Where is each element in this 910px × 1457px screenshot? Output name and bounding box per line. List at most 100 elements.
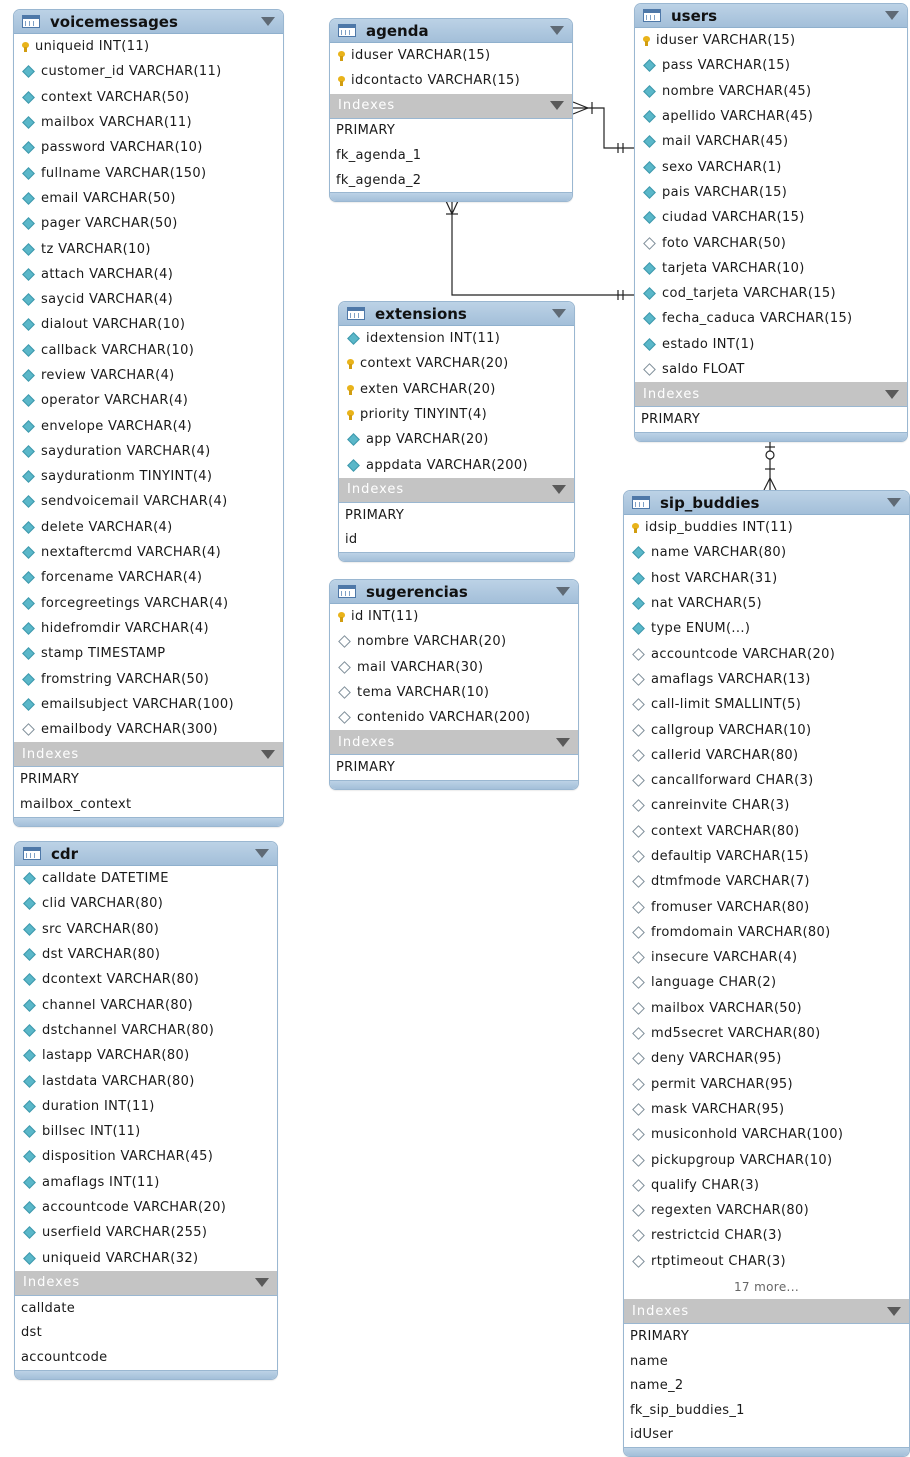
table-voicemessages[interactable]: voicemessages uniqueid INT(11) customer_id… xyxy=(13,9,284,827)
column-row[interactable]: qualify CHAR(3) xyxy=(624,1173,909,1198)
index-row[interactable]: PRIMARY xyxy=(14,767,283,792)
table-header[interactable]: sip_buddies xyxy=(624,491,909,515)
column-row[interactable]: contenido VARCHAR(200) xyxy=(330,705,578,730)
column-row[interactable]: fullname VARCHAR(150) xyxy=(14,160,283,185)
column-row[interactable]: musiconhold VARCHAR(100) xyxy=(624,1122,909,1147)
column-row[interactable]: mail VARCHAR(45) xyxy=(635,129,907,154)
column-row[interactable]: iduser VARCHAR(15) xyxy=(330,43,572,68)
collapse-triangle-icon[interactable] xyxy=(552,309,566,318)
column-row[interactable]: ciudad VARCHAR(15) xyxy=(635,205,907,230)
index-row[interactable]: name_2 xyxy=(624,1373,909,1398)
column-row[interactable]: dst VARCHAR(80) xyxy=(15,942,277,967)
column-row[interactable]: call-limit SMALLINT(5) xyxy=(624,692,909,717)
column-row[interactable]: saldo FLOAT xyxy=(635,357,907,382)
column-row[interactable]: operator VARCHAR(4) xyxy=(14,388,283,413)
column-row[interactable]: context VARCHAR(80) xyxy=(624,819,909,844)
column-row[interactable]: stamp TIMESTAMP xyxy=(14,641,283,666)
column-row[interactable]: sexo VARCHAR(1) xyxy=(635,154,907,179)
table-header[interactable]: cdr xyxy=(15,842,277,866)
column-row[interactable]: app VARCHAR(20) xyxy=(339,427,574,452)
column-row[interactable]: fecha_caduca VARCHAR(15) xyxy=(635,306,907,331)
column-row[interactable]: cod_tarjeta VARCHAR(15) xyxy=(635,281,907,306)
column-row[interactable]: customer_id VARCHAR(11) xyxy=(14,59,283,84)
column-row[interactable]: nombre VARCHAR(20) xyxy=(330,629,578,654)
collapse-triangle-icon[interactable] xyxy=(887,1306,901,1316)
column-row[interactable]: context VARCHAR(50) xyxy=(14,85,283,110)
column-row[interactable]: password VARCHAR(10) xyxy=(14,135,283,160)
collapse-triangle-icon[interactable] xyxy=(261,749,275,759)
column-row[interactable]: name VARCHAR(80) xyxy=(624,540,909,565)
column-row[interactable]: estado INT(1) xyxy=(635,332,907,357)
index-row[interactable]: name xyxy=(624,1349,909,1374)
table-header[interactable]: agenda xyxy=(330,19,572,43)
column-row[interactable]: lastdata VARCHAR(80) xyxy=(15,1068,277,1093)
column-row[interactable]: accountcode VARCHAR(20) xyxy=(15,1195,277,1220)
column-row[interactable]: dstchannel VARCHAR(80) xyxy=(15,1018,277,1043)
column-row[interactable]: amaflags VARCHAR(13) xyxy=(624,667,909,692)
column-row[interactable]: sayduration VARCHAR(4) xyxy=(14,439,283,464)
column-row[interactable]: uniqueid INT(11) xyxy=(14,34,283,59)
column-row[interactable]: tema VARCHAR(10) xyxy=(330,680,578,705)
collapse-triangle-icon[interactable] xyxy=(255,1278,269,1288)
column-row[interactable]: host VARCHAR(31) xyxy=(624,566,909,591)
collapse-triangle-icon[interactable] xyxy=(885,11,899,20)
column-row[interactable]: type ENUM(...) xyxy=(624,616,909,641)
more-columns-link[interactable]: 17 more... xyxy=(624,1274,909,1299)
index-row[interactable]: PRIMARY xyxy=(330,119,572,144)
column-row[interactable]: emailsubject VARCHAR(100) xyxy=(14,692,283,717)
column-row[interactable]: insecure VARCHAR(4) xyxy=(624,945,909,970)
column-row[interactable]: restrictcid CHAR(3) xyxy=(624,1223,909,1248)
collapse-triangle-icon[interactable] xyxy=(550,26,564,35)
collapse-triangle-icon[interactable] xyxy=(261,17,275,26)
column-row[interactable]: mailbox VARCHAR(11) xyxy=(14,110,283,135)
column-row[interactable]: pickupgroup VARCHAR(10) xyxy=(624,1147,909,1172)
column-row[interactable]: amaflags INT(11) xyxy=(15,1170,277,1195)
table-users[interactable]: users iduser VARCHAR(15) pass VARCHAR(15) n… xyxy=(634,3,908,442)
indexes-header[interactable]: Indexes xyxy=(624,1299,909,1324)
indexes-header[interactable]: Indexes xyxy=(14,742,283,767)
table-header[interactable]: sugerencias xyxy=(330,580,578,604)
column-row[interactable]: tarjeta VARCHAR(10) xyxy=(635,256,907,281)
table-header[interactable]: users xyxy=(635,4,907,28)
column-row[interactable]: permit VARCHAR(95) xyxy=(624,1072,909,1097)
column-row[interactable]: id INT(11) xyxy=(330,604,578,629)
column-row[interactable]: nextaftercmd VARCHAR(4) xyxy=(14,540,283,565)
column-row[interactable]: duration INT(11) xyxy=(15,1094,277,1119)
column-row[interactable]: lastapp VARCHAR(80) xyxy=(15,1043,277,1068)
collapse-triangle-icon[interactable] xyxy=(255,849,269,858)
column-row[interactable]: iduser VARCHAR(15) xyxy=(635,28,907,53)
column-row[interactable]: calldate DATETIME xyxy=(15,866,277,891)
table-cdr[interactable]: cdr calldate DATETIME clid VARCHAR(80) src … xyxy=(14,841,278,1380)
column-row[interactable]: envelope VARCHAR(4) xyxy=(14,413,283,438)
column-row[interactable]: language CHAR(2) xyxy=(624,970,909,995)
column-row[interactable]: delete VARCHAR(4) xyxy=(14,515,283,540)
index-row[interactable]: PRIMARY xyxy=(330,755,578,780)
column-row[interactable]: hidefromdir VARCHAR(4) xyxy=(14,616,283,641)
index-row[interactable]: idUser xyxy=(624,1423,909,1448)
index-row[interactable]: fk_sip_buddies_1 xyxy=(624,1398,909,1423)
column-row[interactable]: mask VARCHAR(95) xyxy=(624,1097,909,1122)
column-row[interactable]: callgroup VARCHAR(10) xyxy=(624,717,909,742)
column-row[interactable]: tz VARCHAR(10) xyxy=(14,236,283,261)
column-row[interactable]: dcontext VARCHAR(80) xyxy=(15,967,277,992)
index-row[interactable]: fk_agenda_1 xyxy=(330,143,572,168)
index-row[interactable]: PRIMARY xyxy=(339,503,574,528)
column-row[interactable]: forcegreetings VARCHAR(4) xyxy=(14,591,283,616)
table-sip-buddies[interactable]: sip_buddies idsip_buddies INT(11) name VAR… xyxy=(623,490,910,1457)
indexes-header[interactable]: Indexes xyxy=(635,382,907,407)
index-row[interactable]: PRIMARY xyxy=(624,1324,909,1349)
column-row[interactable]: callback VARCHAR(10) xyxy=(14,338,283,363)
column-row[interactable]: apellido VARCHAR(45) xyxy=(635,104,907,129)
column-row[interactable]: exten VARCHAR(20) xyxy=(339,377,574,402)
column-row[interactable]: emailbody VARCHAR(300) xyxy=(14,717,283,742)
table-agenda[interactable]: agenda iduser VARCHAR(15) idcontacto VARCH… xyxy=(329,18,573,203)
column-row[interactable]: attach VARCHAR(4) xyxy=(14,262,283,287)
column-row[interactable]: defaultip VARCHAR(15) xyxy=(624,844,909,869)
column-row[interactable]: uniqueid VARCHAR(32) xyxy=(15,1245,277,1270)
indexes-header[interactable]: Indexes xyxy=(339,477,574,502)
column-row[interactable]: foto VARCHAR(50) xyxy=(635,230,907,255)
column-row[interactable]: email VARCHAR(50) xyxy=(14,186,283,211)
column-row[interactable]: nat VARCHAR(5) xyxy=(624,591,909,616)
table-sugerencias[interactable]: sugerencias id INT(11) nombre VARCHAR(20) m… xyxy=(329,579,579,791)
index-row[interactable]: fk_agenda_2 xyxy=(330,168,572,193)
